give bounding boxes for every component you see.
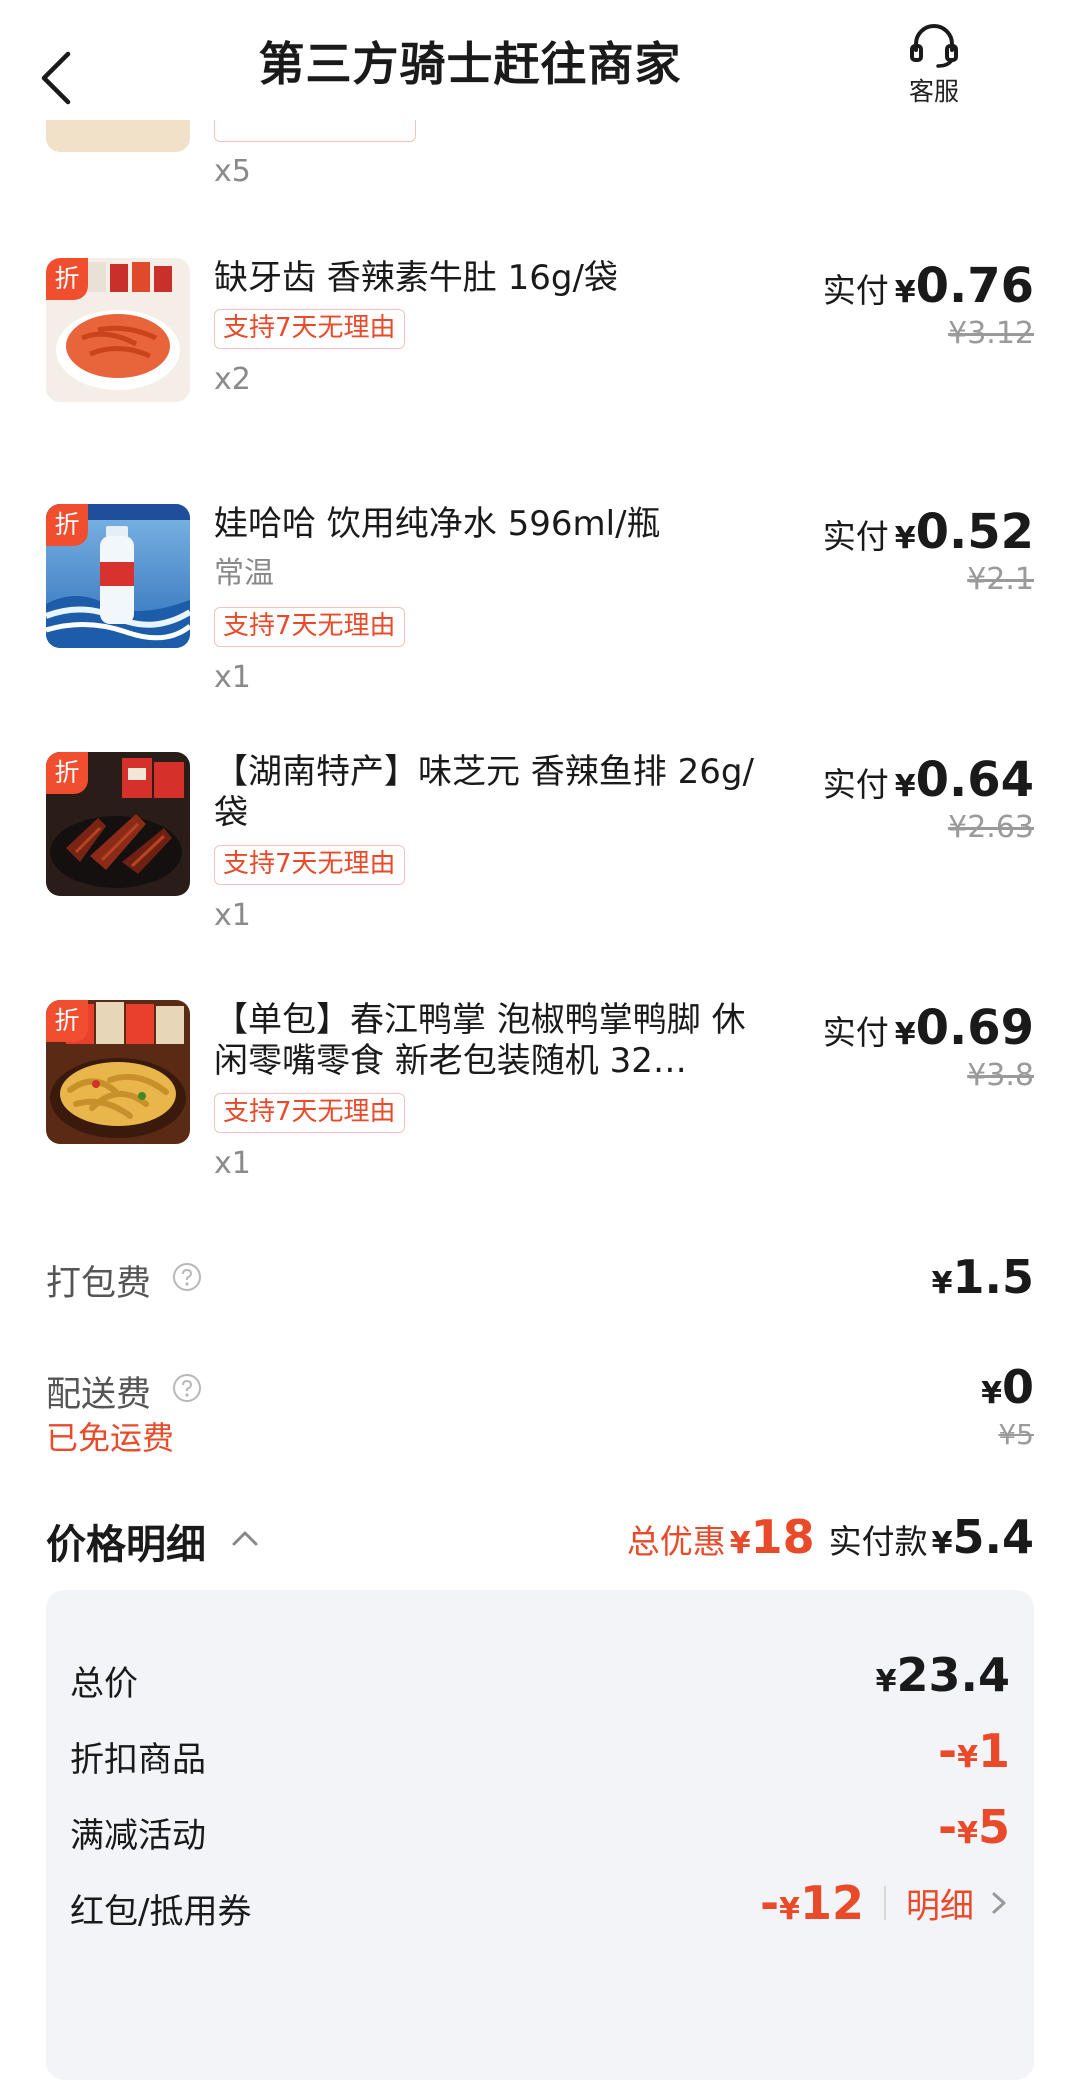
actual-payment-amount: 5.4 (952, 1510, 1035, 1564)
currency-symbol: ¥ (957, 1740, 978, 1775)
product-image: 折 (46, 752, 190, 896)
price-detail-panel: 总价 ¥23.4 折扣商品 -¥1 满减活动 -¥5 红包/抵用券 -¥12 明细 (46, 1590, 1034, 2080)
price-row-value: ¥23.4 (876, 1648, 1010, 1702)
amount: 1 (977, 1724, 1010, 1778)
currency-symbol: ¥ (931, 1526, 953, 1561)
currency-symbol: ¥ (981, 1376, 1002, 1411)
discount-badge: 折 (46, 1000, 88, 1042)
coupon-value-group[interactable]: -¥12 明细 (760, 1876, 1010, 1930)
paid-label: 实付 (822, 1013, 889, 1052)
price-row-label: 折扣商品 (70, 1740, 206, 1780)
return-policy-tag: 支持7天无理由 (214, 607, 405, 647)
currency-symbol: ¥ (894, 521, 916, 556)
help-icon[interactable] (172, 1262, 202, 1292)
currency-symbol: ¥ (875, 1664, 897, 1699)
total-discount-label: 总优惠 (626, 1522, 726, 1561)
sign: - (938, 1724, 958, 1778)
help-icon[interactable] (172, 1373, 202, 1403)
paid-label: 实付 (822, 517, 889, 556)
product-image: 折 (46, 504, 190, 648)
product-image: 折 (46, 1000, 190, 1144)
price-row-label: 满减活动 (70, 1816, 206, 1856)
chevron-right-icon[interactable] (988, 1888, 1010, 1918)
chevron-up-icon[interactable] (230, 1526, 260, 1550)
paid-amount: 0.52 (915, 504, 1034, 560)
paid-price: 实付 ¥0.64 (823, 752, 1034, 808)
paid-amount: 0.76 (915, 258, 1034, 314)
currency-symbol: ¥ (957, 1816, 978, 1851)
coupon-detail-link[interactable]: 明细 (906, 1887, 974, 1927)
product-quantity: x2 (214, 362, 251, 397)
paid-amount: 0.69 (915, 1000, 1034, 1056)
product-quantity: x1 (214, 898, 251, 933)
currency-symbol: ¥ (894, 1017, 916, 1052)
original-price: ¥3.8 (967, 1058, 1034, 1093)
divider (884, 1886, 886, 1920)
paid-label: 实付 (822, 271, 889, 310)
discount-badge: 折 (46, 504, 88, 546)
price-row-label: 红包/抵用券 (70, 1892, 252, 1932)
return-policy-tag: 支持7天无理由 (214, 845, 405, 885)
top-bar: 第三方骑士赶往商家 客服 (0, 0, 1080, 120)
price-row-label: 总价 (70, 1664, 138, 1704)
currency-symbol: ¥ (931, 1266, 953, 1301)
product-spec: 常温 (214, 556, 274, 591)
packing-fee-value: ¥1.5 (932, 1250, 1034, 1304)
return-policy-tag: 支持7天无理由 (214, 1093, 405, 1133)
price-summary: 总优惠 ¥18 实付款 ¥5.4 (627, 1510, 1034, 1564)
price-detail-heading[interactable]: 价格明细 (46, 1512, 206, 1570)
product-image: 折 (46, 258, 190, 402)
price-row-coupon[interactable]: 红包/抵用券 -¥12 明细 (70, 1876, 1010, 1936)
product-quantity: x5 (214, 154, 251, 189)
sign: - (938, 1800, 958, 1854)
product-name: 【单包】春江鸭掌 泡椒鸭掌鸭脚 休闲零嘴零食 新老包装随机 32… (214, 1000, 746, 1081)
price-row-value: -¥12 (760, 1876, 864, 1930)
original-price: ¥2.63 (948, 810, 1034, 845)
discount-badge: 折 (46, 752, 88, 794)
paid-amount: 0.64 (915, 752, 1034, 808)
product-name: 缺牙齿 香辣素牛肚 16g/袋 (214, 258, 618, 298)
price-row-value: -¥1 (938, 1724, 1010, 1778)
amount: 12 (799, 1876, 864, 1930)
product-name: 娃哈哈 饮用纯净水 596ml/瓶 (214, 504, 661, 544)
packing-fee-label: 打包费 (46, 1264, 152, 1304)
amount: 23.4 (896, 1648, 1011, 1702)
currency-symbol: ¥ (894, 275, 916, 310)
delivery-fee-label: 配送费 (46, 1375, 152, 1415)
free-shipping-note: 已免运费 (46, 1419, 175, 1457)
actual-payment-label: 实付款 (828, 1522, 928, 1561)
currency-symbol: ¥ (729, 1526, 751, 1561)
discount-badge: 折 (46, 258, 88, 300)
delivery-original-price: ¥5 (998, 1418, 1034, 1451)
page-title: 第三方骑士赶往商家 (258, 37, 682, 91)
total-discount-amount: 18 (750, 1510, 815, 1564)
paid-price: 实付 ¥0.76 (823, 258, 1034, 314)
amount: 5 (977, 1800, 1010, 1854)
product-name: 【湖南特产】味芝元 香辣鱼排 26g/袋 (214, 752, 754, 833)
delivery-fee-value: ¥0 (981, 1360, 1034, 1414)
original-price: ¥2.1 (967, 562, 1034, 597)
packing-fee-amount: 1.5 (952, 1250, 1035, 1304)
original-price: ¥3.12 (948, 316, 1034, 351)
price-row-discount-items: 折扣商品 -¥1 (70, 1724, 1010, 1784)
currency-symbol: ¥ (779, 1892, 800, 1927)
paid-label: 实付 (822, 765, 889, 804)
delivery-fee-amount: 0 (1001, 1360, 1034, 1414)
price-row-value: -¥5 (938, 1800, 1010, 1854)
product-quantity: x1 (214, 660, 251, 695)
currency-symbol: ¥ (894, 769, 916, 804)
paid-price: 实付 ¥0.69 (823, 1000, 1034, 1056)
headset-icon (910, 24, 958, 68)
customer-service-label: 客服 (908, 77, 959, 106)
paid-price: 实付 ¥0.52 (823, 504, 1034, 560)
price-row-total: 总价 ¥23.4 (70, 1648, 1010, 1708)
price-row-full-reduction: 满减活动 -¥5 (70, 1800, 1010, 1860)
sign: - (760, 1876, 780, 1930)
customer-service-button[interactable]: 客服 (886, 20, 982, 112)
return-policy-tag: 支持7天无理由 (214, 309, 405, 349)
product-quantity: x1 (214, 1146, 251, 1181)
